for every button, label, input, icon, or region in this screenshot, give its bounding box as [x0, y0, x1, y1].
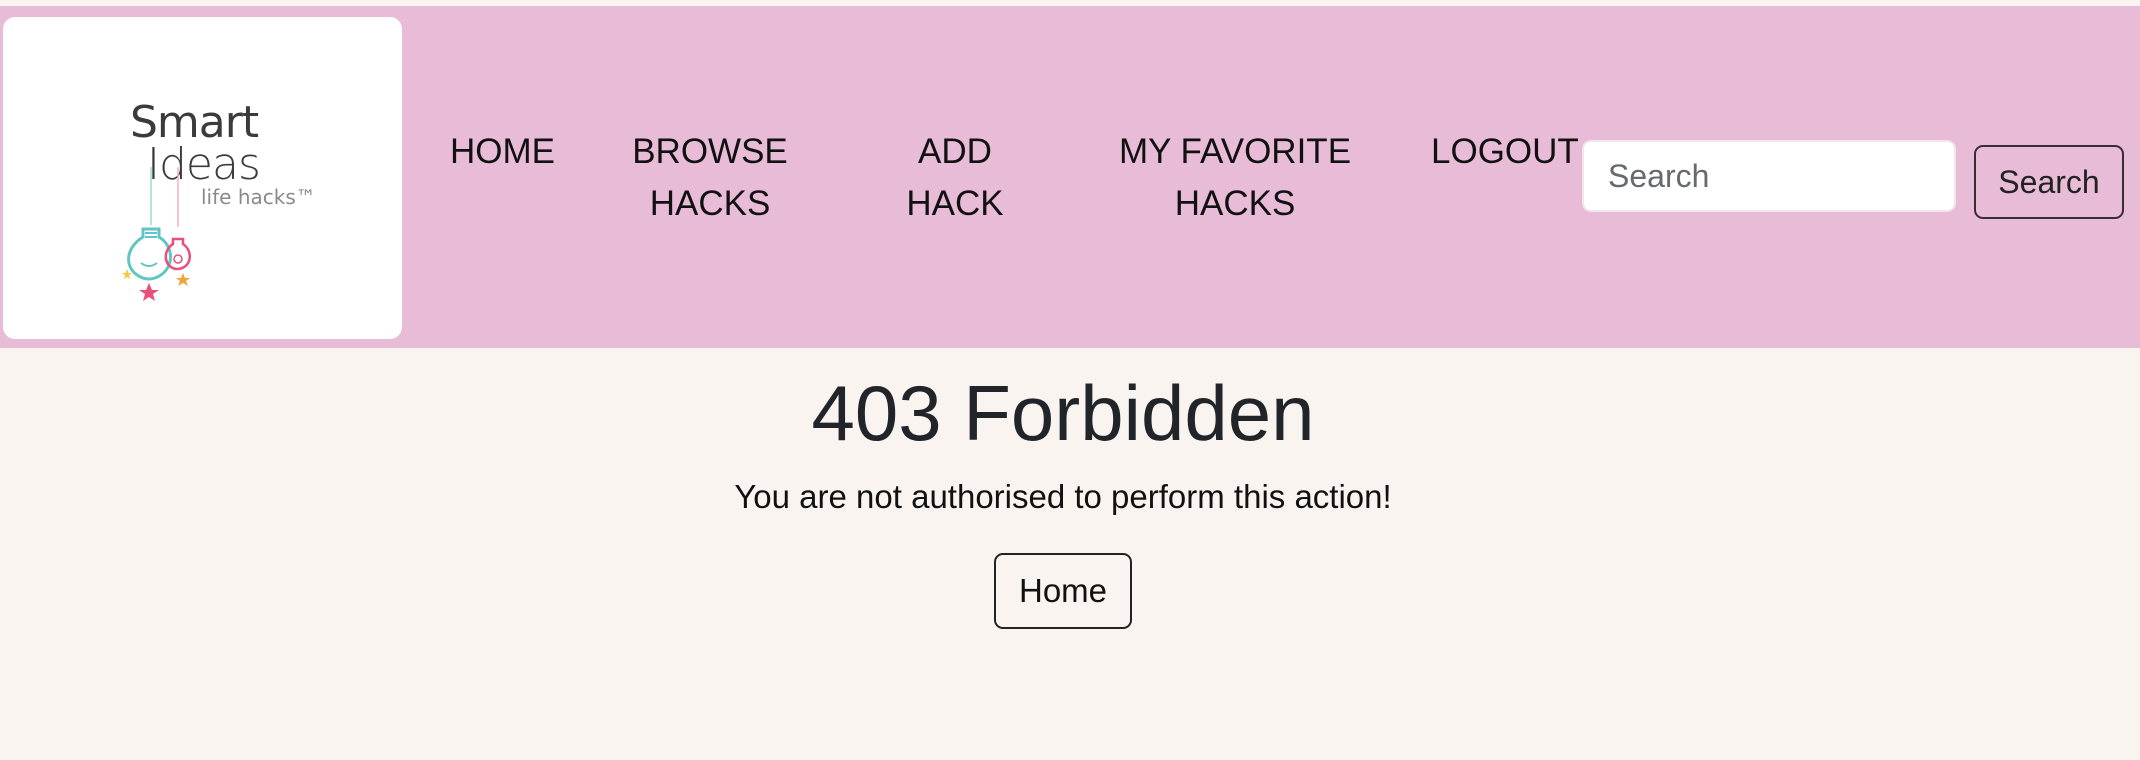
nav-logout[interactable]: LOGOUT [1431, 126, 1579, 178]
nav-favorites-line1: MY FAVORITE [1118, 132, 1352, 171]
nav-browse-hacks[interactable]: BROWSE HACKS [620, 126, 800, 230]
home-button[interactable]: Home [994, 553, 1132, 629]
nav-add-line1: ADD [918, 132, 992, 171]
lightbulb-icon [122, 167, 191, 301]
nav-browse-line1: BROWSE [632, 132, 788, 171]
logo[interactable]: Smart Ideas life hacks™ [3, 17, 402, 339]
nav-favorites-line2: HACKS [1174, 184, 1296, 223]
page-title: 403 Forbidden [811, 369, 1315, 457]
error-message: You are not authorised to perform this a… [734, 478, 1392, 515]
nav-browse-line2: HACKS [649, 184, 771, 223]
search-input[interactable] [1582, 140, 1956, 212]
navbar: Smart Ideas life hacks™ HOME BROWSE HACK… [0, 6, 2140, 348]
nav-my-favorite-hacks[interactable]: MY FAVORITE HACKS [1110, 126, 1360, 230]
nav-home[interactable]: HOME [450, 126, 555, 178]
search-button[interactable]: Search [1974, 145, 2124, 219]
nav-add-line2: HACK [906, 184, 1004, 223]
nav-add-hack[interactable]: ADD HACK [880, 126, 1030, 230]
